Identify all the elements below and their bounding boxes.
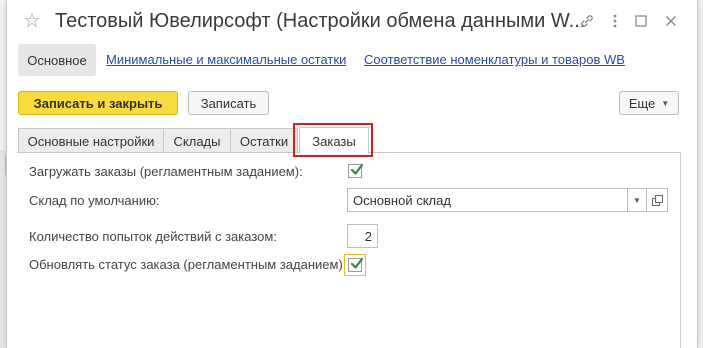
default-warehouse-label: Склад по умолчанию: — [29, 193, 160, 208]
default-warehouse-value: Основной склад — [353, 192, 451, 208]
nav-main[interactable]: Основное — [18, 44, 96, 76]
more-vertical-icon[interactable] — [604, 10, 626, 32]
more-button[interactable]: Еще ▼ — [619, 91, 679, 115]
form-scrollbar[interactable] — [680, 152, 681, 348]
save-and-close-button[interactable]: Записать и закрыть — [18, 91, 178, 115]
load-orders-label: Загружать заказы (регламентным заданием)… — [29, 164, 303, 179]
default-warehouse-field[interactable]: Основной склад — [347, 188, 628, 212]
link-icon[interactable] — [576, 10, 598, 32]
close-icon[interactable] — [660, 10, 682, 32]
form-window: ☆ Тестовый Ювелирсофт (Настройки обмена … — [6, 0, 698, 348]
warehouse-dropdown-icon[interactable]: ▼ — [627, 188, 647, 212]
maximize-icon[interactable] — [630, 10, 652, 32]
attempts-value: 2 — [364, 228, 372, 244]
attempts-input[interactable]: 2 — [347, 224, 378, 248]
nav-link-wb-mapping[interactable]: Соответствие номенклатуры и товаров WB — [364, 52, 625, 67]
star-icon[interactable]: ☆ — [23, 10, 41, 32]
save-button[interactable]: Записать — [188, 91, 269, 115]
open-icon[interactable] — [646, 188, 668, 212]
update-status-label: Обновлять статус заказа (регламентным за… — [29, 257, 347, 272]
attempts-label: Количество попыток действий с заказом: — [29, 229, 277, 244]
window-title: Тестовый Ювелирсофт (Настройки обмена да… — [55, 10, 586, 32]
more-button-label: Еще — [628, 95, 656, 111]
load-orders-checkbox[interactable] — [348, 163, 364, 178]
tab-main-settings[interactable]: Основные настройки — [18, 128, 164, 153]
tab-warehouses[interactable]: Склады — [163, 128, 231, 153]
update-status-checkbox[interactable] — [348, 257, 364, 272]
nav-link-min-max-stock[interactable]: Минимальные и максимальные остатки — [106, 52, 346, 67]
tab-stock[interactable]: Остатки — [230, 128, 298, 153]
chevron-down-icon: ▼ — [661, 98, 670, 108]
tab-highlight-frame — [293, 123, 373, 157]
